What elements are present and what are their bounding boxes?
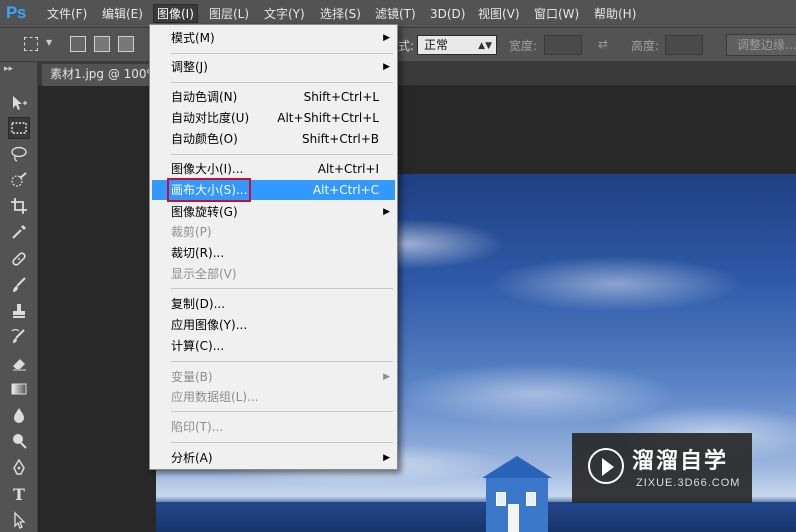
select-arrows-icon: ▲▼: [478, 41, 492, 51]
quick-selection-tool-icon[interactable]: [8, 169, 30, 191]
menu-separator: [171, 442, 393, 443]
submenu-arrow-icon: ▶: [383, 62, 390, 72]
eyedropper-tool-icon[interactable]: [8, 221, 30, 243]
menu-type[interactable]: 文字(Y): [264, 5, 305, 24]
menu-item-calculations[interactable]: 计算(C)...: [152, 336, 395, 356]
menu-item-image-rotation[interactable]: 图像旋转(G) ▶: [152, 202, 395, 222]
preset-dropdown-icon[interactable]: ▼: [46, 38, 52, 47]
marquee-tool-icon[interactable]: [8, 117, 30, 139]
menu-separator: [171, 82, 393, 83]
menu-item-apply-data-set: 应用数据组(L)...: [171, 390, 259, 404]
sea: [156, 502, 796, 532]
menu-item-auto-tone[interactable]: 自动色调(N) Shift+Ctrl+L: [152, 87, 395, 107]
menu-item-adjustments[interactable]: 调整(J) ▶: [152, 57, 395, 77]
healing-brush-tool-icon[interactable]: [8, 248, 30, 270]
menu-item-auto-contrast[interactable]: 自动对比度(U) Alt+Shift+Ctrl+L: [152, 108, 395, 128]
menu-image[interactable]: 图像(I): [153, 4, 198, 23]
lasso-tool-icon[interactable]: [8, 143, 30, 165]
menu-item-canvas-size[interactable]: 画布大小(S)... Alt+Ctrl+C: [152, 178, 395, 202]
menu-separator: [171, 154, 393, 155]
menu-item-reveal-all: 显示全部(V): [171, 267, 237, 281]
refine-edge-button[interactable]: 调整边缘...: [726, 34, 796, 56]
menu-item-variables: 变量(B) ▶: [152, 367, 395, 387]
menu-item-auto-color[interactable]: 自动颜色(O) Shift+Ctrl+B: [152, 129, 395, 149]
menu-file[interactable]: 文件(F): [47, 5, 87, 24]
watermark: 溜溜自学 ZIXUE.3D66.COM: [572, 433, 752, 503]
menu-item-mode[interactable]: 模式(M) ▶: [152, 28, 395, 48]
menu-layer[interactable]: 图层(L): [209, 5, 249, 24]
watermark-title: 溜溜自学: [632, 449, 729, 474]
menu-item-trim[interactable]: 裁切(R)...: [152, 243, 395, 263]
menu-filter[interactable]: 滤镜(T): [375, 5, 416, 24]
width-label: 宽度:: [509, 39, 538, 53]
tools-panel: ▸▸ T: [0, 62, 38, 532]
submenu-arrow-icon: ▶: [383, 207, 390, 217]
menu-3d[interactable]: 3D(D): [430, 5, 465, 24]
menu-separator: [171, 361, 393, 362]
menu-item-crop: 裁剪(P): [171, 225, 212, 239]
path-selection-tool-icon[interactable]: [8, 509, 30, 531]
marquee-preset-icon[interactable]: [24, 37, 38, 51]
watermark-url: ZIXUE.3D66.COM: [636, 477, 741, 489]
menu-help[interactable]: 帮助(H): [594, 5, 636, 24]
menu-separator: [171, 53, 393, 54]
pen-tool-icon[interactable]: [8, 457, 30, 479]
menu-edit[interactable]: 编辑(E): [102, 5, 143, 24]
crop-tool-icon[interactable]: [8, 195, 30, 217]
menu-item-apply-image[interactable]: 应用图像(Y)...: [152, 315, 395, 335]
height-label: 高度:: [631, 39, 660, 53]
brush-tool-icon[interactable]: [8, 274, 30, 296]
subtract-selection-icon[interactable]: [118, 36, 134, 52]
eraser-tool-icon[interactable]: [8, 352, 30, 374]
blur-tool-icon[interactable]: [8, 404, 30, 426]
menu-item-analysis[interactable]: 分析(A) ▶: [152, 448, 395, 468]
photoshop-logo: Ps: [6, 3, 26, 22]
style-select[interactable]: 正常 ▲▼: [417, 35, 497, 55]
style-label: 式:: [398, 39, 415, 53]
height-field[interactable]: [665, 35, 703, 55]
options-bar: ▼ 式: 正常 ▲▼ 宽度: ⇄ 高度: 调整边缘...: [0, 28, 796, 62]
new-selection-icon[interactable]: [70, 36, 86, 52]
menu-separator: [171, 288, 393, 289]
swap-dimensions-icon[interactable]: ⇄: [598, 37, 608, 51]
play-logo-icon: [588, 448, 624, 484]
type-tool-icon[interactable]: T: [8, 483, 30, 505]
width-field[interactable]: [544, 35, 582, 55]
image-menu-dropdown: 模式(M) ▶ 调整(J) ▶ 自动色调(N) Shift+Ctrl+L 自动对…: [149, 24, 398, 470]
menu-view[interactable]: 视图(V): [478, 5, 520, 24]
menu-item-image-size[interactable]: 图像大小(I)... Alt+Ctrl+I: [152, 159, 395, 179]
move-tool-icon[interactable]: [8, 92, 30, 114]
gradient-tool-icon[interactable]: [8, 378, 30, 400]
menu-select[interactable]: 选择(S): [320, 5, 361, 24]
boathouse: [482, 456, 552, 532]
menu-separator: [171, 411, 393, 412]
document-tab[interactable]: 素材1.jpg @ 100%: [42, 64, 157, 86]
menu-item-duplicate[interactable]: 复制(D)...: [152, 294, 395, 314]
menu-window[interactable]: 窗口(W): [534, 5, 579, 24]
menu-item-trap: 陷印(T)...: [171, 420, 224, 434]
history-brush-tool-icon[interactable]: [8, 326, 30, 348]
submenu-arrow-icon: ▶: [383, 372, 390, 382]
submenu-arrow-icon: ▶: [383, 453, 390, 463]
menu-bar: Ps 文件(F) 编辑(E) 图像(I) 图层(L) 文字(Y) 选择(S) 滤…: [0, 0, 796, 28]
style-select-value: 正常: [424, 38, 449, 52]
add-selection-icon[interactable]: [94, 36, 110, 52]
submenu-arrow-icon: ▶: [383, 33, 390, 43]
clone-stamp-tool-icon[interactable]: [8, 300, 30, 322]
dodge-tool-icon[interactable]: [8, 430, 30, 452]
panel-collapse-icon[interactable]: ▸▸: [4, 64, 13, 74]
